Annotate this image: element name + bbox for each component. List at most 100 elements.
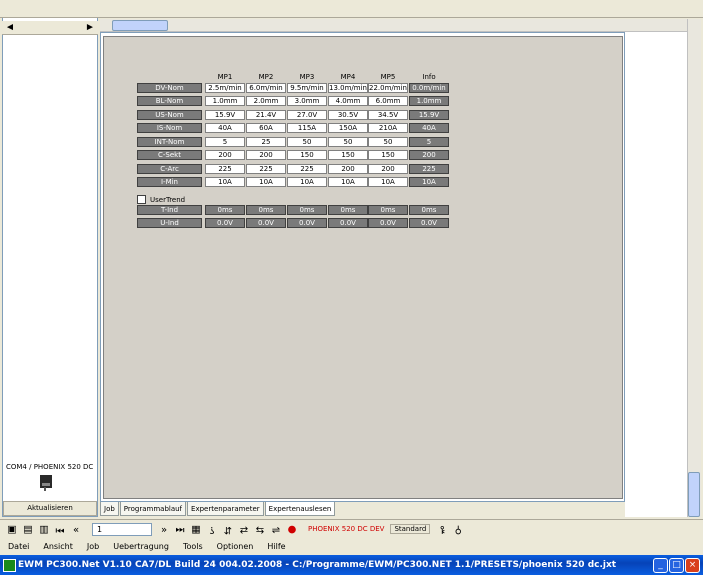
param-cell[interactable]: 3.0mm: [287, 96, 327, 107]
first-page-icon[interactable]: ⏮: [54, 524, 66, 536]
menu-ansicht[interactable]: Ansicht: [43, 543, 73, 552]
unlock-icon[interactable]: ⚲: [452, 524, 464, 536]
tab-bar: Job Programmablauf Expertenparameter Expert…: [100, 500, 620, 516]
vertical-scrollbar[interactable]: [687, 19, 701, 517]
param-cell[interactable]: 0.0V: [287, 218, 327, 229]
record-icon[interactable]: ●: [286, 524, 298, 536]
maximize-button[interactable]: □: [669, 558, 684, 573]
param-cell[interactable]: 115A: [287, 123, 327, 134]
param-cell[interactable]: 210A: [368, 123, 408, 134]
print-icon[interactable]: ▥: [38, 524, 50, 536]
compare-icon[interactable]: ⇋: [270, 524, 282, 536]
param-cell[interactable]: 150: [287, 150, 327, 161]
param-cell[interactable]: 9.5m/min: [287, 83, 327, 93]
param-cell[interactable]: 0ms: [287, 205, 327, 215]
menu-datei[interactable]: Datei: [8, 543, 29, 552]
param-cell[interactable]: 150A: [328, 123, 368, 134]
tab-expertenauslesen[interactable]: Expertenauslesen: [264, 500, 336, 516]
transfer-icon[interactable]: ⇅: [222, 524, 234, 536]
param-cell[interactable]: 10A: [368, 177, 408, 188]
param-cell[interactable]: 60A: [246, 123, 286, 134]
tab-job[interactable]: Job: [100, 501, 119, 516]
close-button[interactable]: ×: [685, 558, 700, 573]
param-cell[interactable]: 200: [328, 164, 368, 174]
menu-optionen[interactable]: Optionen: [217, 543, 254, 552]
param-cell[interactable]: 10A: [287, 177, 327, 188]
param-cell[interactable]: 2.5m/min: [205, 83, 245, 93]
param-cell[interactable]: 50: [368, 137, 408, 147]
param-cell[interactable]: 15.9V: [205, 110, 245, 120]
param-cell[interactable]: 10A: [246, 177, 286, 188]
param-cell[interactable]: 0.0V: [328, 218, 368, 229]
last-page-icon[interactable]: ⏭: [174, 524, 186, 536]
job-icon[interactable]: ▦: [190, 524, 202, 536]
standard-button[interactable]: Standard: [390, 524, 431, 535]
param-cell[interactable]: 0ms: [328, 205, 368, 215]
param-cell[interactable]: 50: [328, 137, 368, 147]
scroll-left-icon[interactable]: ◀: [4, 21, 16, 33]
param-cell[interactable]: 200: [368, 164, 408, 174]
tab-programmablauf[interactable]: Programmablauf: [119, 501, 187, 516]
param-cell[interactable]: 25: [246, 137, 286, 147]
connect-icon[interactable]: ▣: [6, 524, 18, 536]
horizontal-scroll-thumb[interactable]: [112, 20, 168, 31]
param-cell[interactable]: 0ms: [368, 205, 408, 215]
param-cell[interactable]: 225: [205, 164, 245, 174]
save-icon[interactable]: ▤: [22, 524, 34, 536]
menu-job[interactable]: Job: [87, 543, 99, 552]
param-cell[interactable]: 150: [328, 150, 368, 161]
param-cell[interactable]: 0.0V: [205, 218, 245, 229]
param-cell[interactable]: 1.0mm: [205, 96, 245, 107]
row-label: INT-Nom: [137, 137, 202, 147]
vertical-scroll-thumb[interactable]: [688, 472, 700, 517]
param-cell[interactable]: 21.4V: [246, 110, 286, 120]
param-cell[interactable]: 40A: [205, 123, 245, 134]
row-label: C-Arc: [137, 164, 202, 174]
param-cell[interactable]: 4.0mm: [328, 96, 368, 107]
menu-uebertragung[interactable]: Uebertragung: [113, 543, 169, 552]
param-cell[interactable]: 50: [287, 137, 327, 147]
window-title: EWM PC300.Net V1.10 CA7/DL Build 24 004.…: [18, 560, 617, 570]
param-cell[interactable]: 27.0V: [287, 110, 327, 120]
param-cell[interactable]: 0.0V: [368, 218, 408, 229]
minimize-button[interactable]: _: [653, 558, 668, 573]
horizontal-scrollbar[interactable]: [100, 19, 687, 32]
toolbar: ▣ ▤ ▥ ⏮ « 1 » ⏭ ▦ ? ⇅ ⇆ ⇄ ⇋ ● PHOENIX 52…: [0, 519, 703, 539]
param-cell[interactable]: 10A: [328, 177, 368, 188]
left-panel-scrollbar[interactable]: ◀ ▶: [2, 21, 98, 35]
param-cell: 40A: [409, 123, 449, 134]
next-page-icon[interactable]: »: [158, 524, 170, 536]
receive-icon[interactable]: ⇄: [254, 524, 266, 536]
param-cell[interactable]: 0.0V: [246, 218, 286, 229]
param-cell[interactable]: 30.5V: [328, 110, 368, 120]
param-cell[interactable]: 200: [246, 150, 286, 161]
tab-expertenparameter[interactable]: Expertenparameter: [187, 501, 264, 516]
menu-tools[interactable]: Tools: [183, 543, 203, 552]
param-cell[interactable]: 22.0m/min: [368, 83, 408, 93]
user-trend-checkbox[interactable]: [137, 195, 146, 204]
param-cell[interactable]: 0ms: [246, 205, 286, 215]
key-icon[interactable]: ⚷: [436, 524, 448, 536]
param-cell[interactable]: 6.0mm: [368, 96, 408, 107]
param-cell[interactable]: 2.0mm: [246, 96, 286, 107]
menu-hilfe[interactable]: Hilfe: [267, 543, 285, 552]
param-cell: 15.9V: [409, 110, 449, 120]
param-cell[interactable]: 34.5V: [368, 110, 408, 120]
param-cell[interactable]: 6.0m/min: [246, 83, 286, 93]
refresh-button[interactable]: Aktualisieren: [3, 501, 97, 516]
param-cell[interactable]: 150: [368, 150, 408, 161]
device-name-label[interactable]: COM4 / PHOENIX 520 DC: [6, 463, 98, 471]
param-cell[interactable]: 200: [205, 150, 245, 161]
param-cell[interactable]: 5: [205, 137, 245, 147]
column-header-info: Info: [422, 73, 436, 81]
param-cell[interactable]: 10A: [205, 177, 245, 188]
prev-page-icon[interactable]: «: [70, 524, 82, 536]
page-input[interactable]: 1: [92, 523, 152, 536]
param-cell[interactable]: 13.0m/min: [328, 83, 368, 93]
help-icon[interactable]: ?: [206, 524, 218, 536]
send-icon[interactable]: ⇆: [238, 524, 250, 536]
param-cell[interactable]: 225: [246, 164, 286, 174]
param-cell[interactable]: 225: [287, 164, 327, 174]
param-cell[interactable]: 0ms: [205, 205, 245, 215]
scroll-right-icon[interactable]: ▶: [84, 21, 96, 33]
